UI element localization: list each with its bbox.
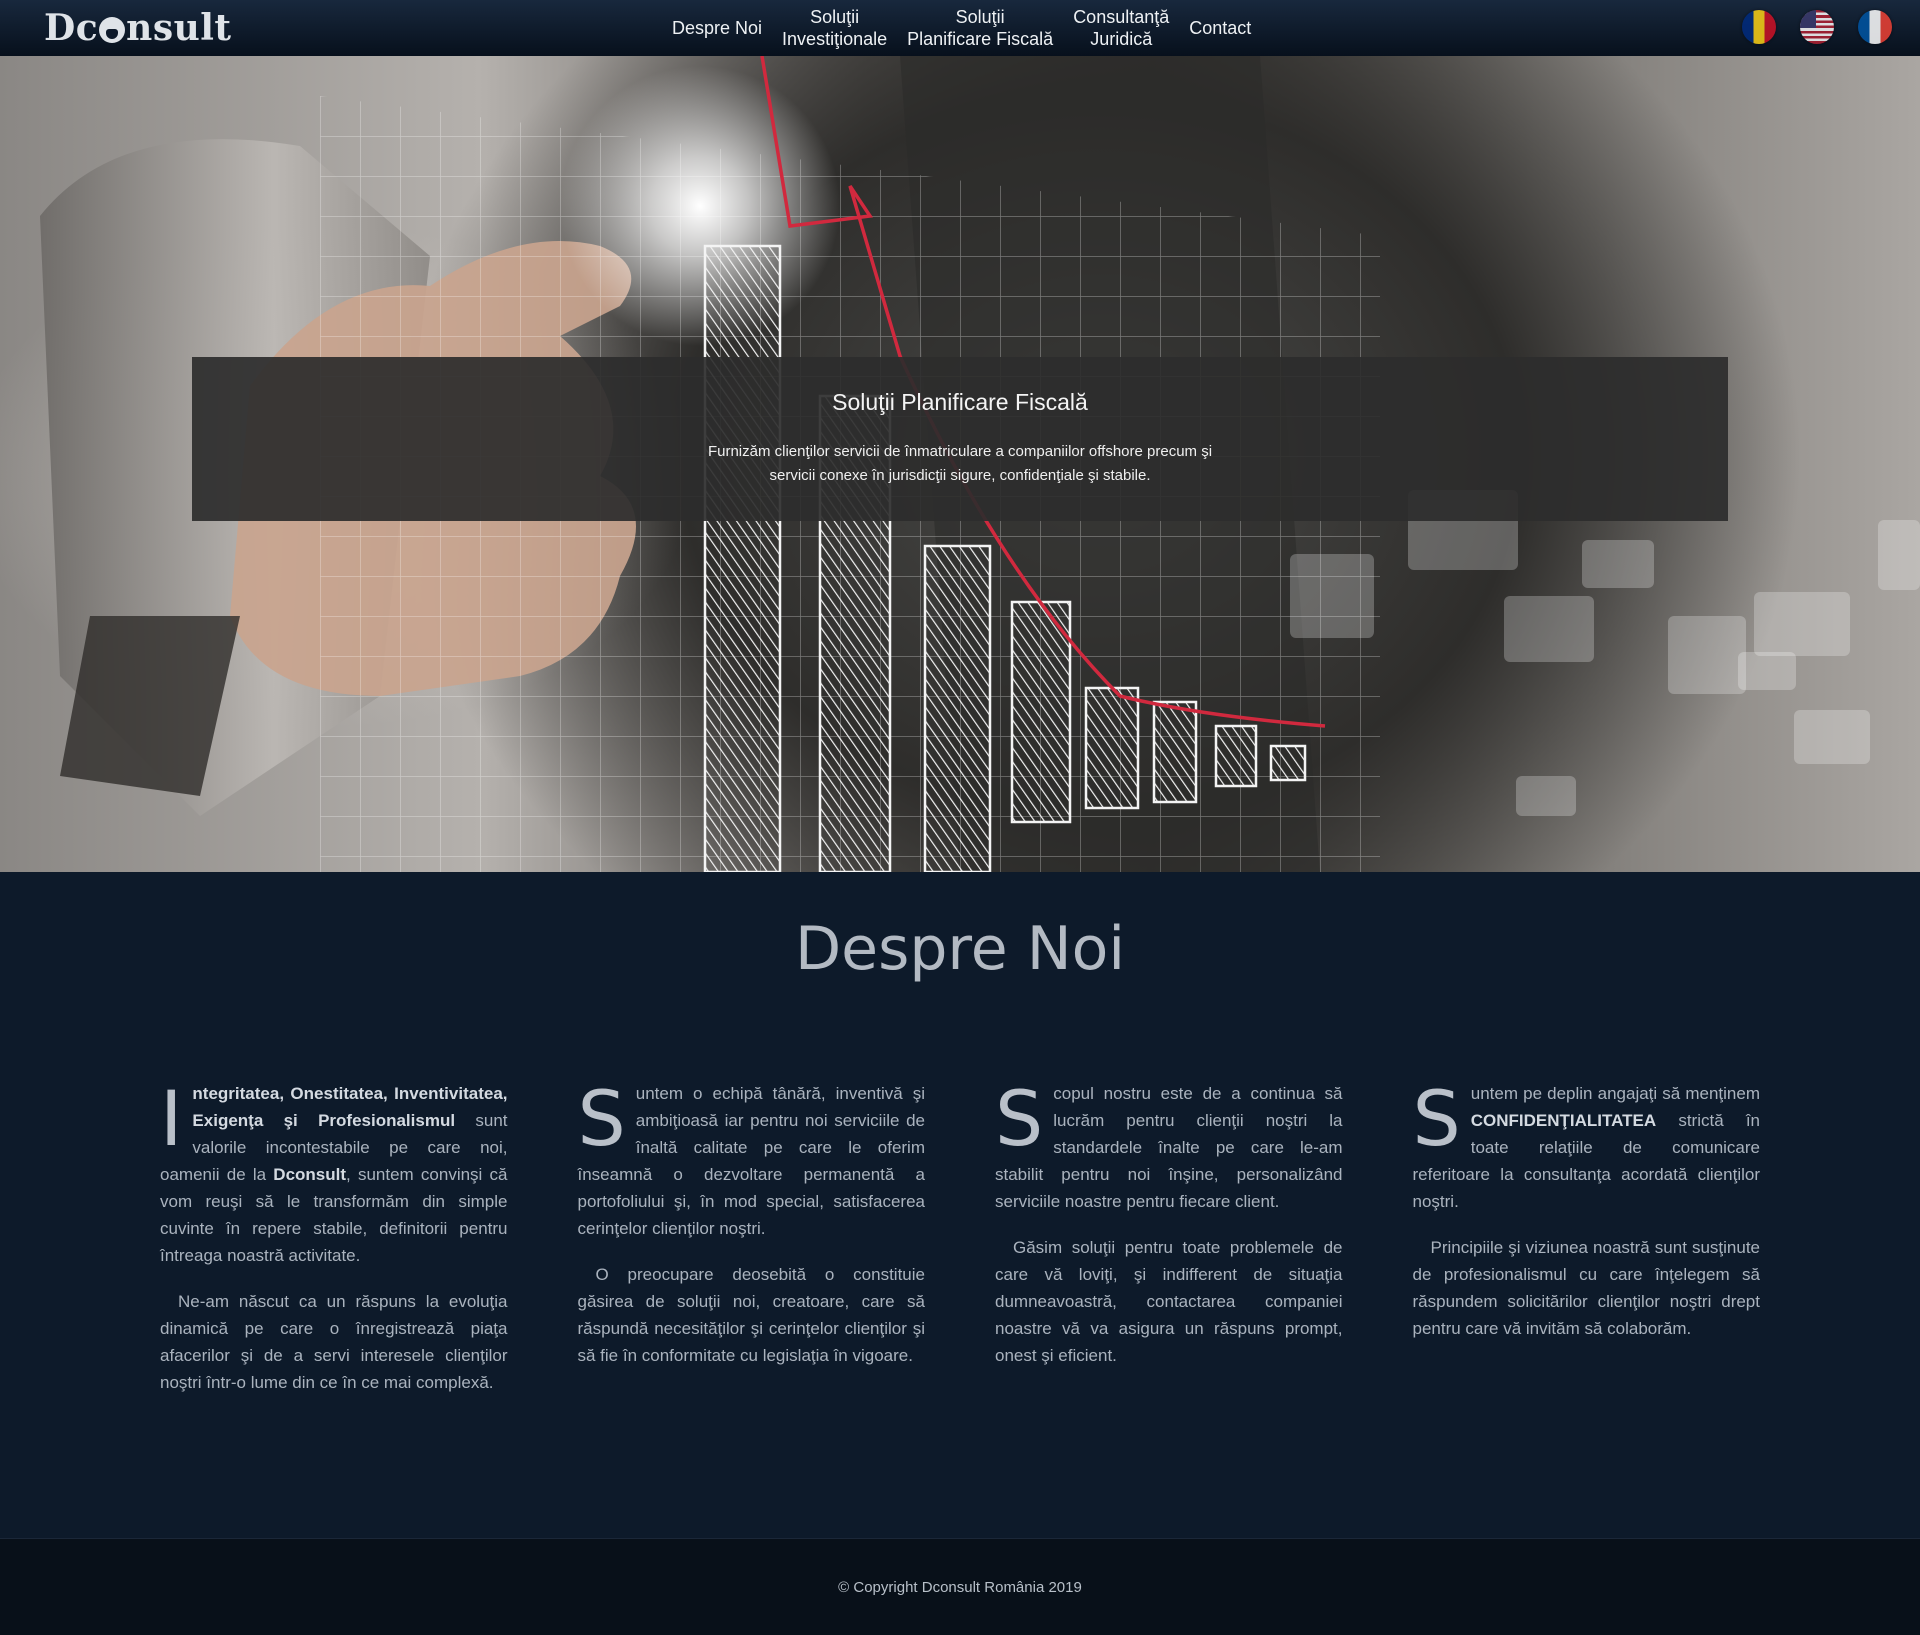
about-paragraph: Principiile şi viziunea noastră sunt sus… (1412, 1238, 1761, 1338)
confidentiality-keyword: CONFIDENŢIALITATEA (1470, 1111, 1657, 1130)
about-column-goal: Scopul nostru este de a continua să lucr… (995, 1080, 1343, 1415)
company-name: Dconsult (273, 1165, 347, 1184)
page-footer: © Copyright Dconsult România 2019 (0, 1538, 1920, 1635)
dropcap: S (1412, 1074, 1461, 1163)
hero-caption-box: Soluţii Planificare Fiscală Furnizăm cli… (192, 357, 1728, 521)
paragraph-text: copul nostru este de a continua să lucră… (995, 1084, 1343, 1211)
nav-contact[interactable]: Contact (1189, 17, 1251, 39)
nav-solutii-planificare-fiscala[interactable]: Soluţii Planificare Fiscală (907, 6, 1053, 50)
language-switcher (1742, 10, 1892, 44)
nav-label: Soluţii (810, 7, 860, 27)
about-section: Despre Noi Integritatea, Onestitatea, In… (0, 872, 1920, 1538)
hero-title: Soluţii Planificare Fiscală (832, 389, 1088, 415)
hero-description: Furnizăm clienţilor servicii de înmatric… (707, 443, 1213, 484)
nav-solutii-investitionale[interactable]: Soluţii Investiţionale (782, 6, 887, 50)
nav-label: Contact (1189, 18, 1252, 38)
hero-section: Soluţii Planificare Fiscală Furnizăm cli… (0, 56, 1920, 872)
about-paragraph: Suntem o echipă tânără, inventivă şi amb… (578, 1080, 926, 1242)
about-columns: Integritatea, Onestitatea, Inventivitate… (160, 1080, 1760, 1415)
nav-label-line2: Planificare Fiscală (907, 29, 1054, 49)
about-column-values: Integritatea, Onestitatea, Inventivitate… (160, 1080, 508, 1415)
about-paragraph: O preocupare deosebită o constituie găsi… (577, 1265, 926, 1365)
about-paragraph: Suntem pe deplin angajaţi să menţinem CO… (1413, 1080, 1761, 1215)
romania-flag-icon[interactable] (1742, 10, 1776, 44)
top-navbar: Dc nsult Despre Noi Soluţii Investiţional… (0, 0, 1920, 56)
nav-label: Consultanţă (1073, 7, 1170, 27)
logo-hand-icon (99, 17, 126, 43)
nav-despre-noi[interactable]: Despre Noi (672, 17, 762, 39)
dconsult-logo[interactable]: Dc nsult (44, 8, 232, 48)
logo-text-end: nsult (126, 7, 232, 49)
nav-label-line2: Investiţionale (782, 29, 888, 49)
about-paragraph: Scopul nostru este de a continua să lucr… (995, 1080, 1343, 1215)
usa-flag-icon[interactable] (1800, 10, 1834, 44)
about-paragraph: Ne-am născut ca un răspuns la evoluţia d… (160, 1292, 508, 1392)
about-column-team: Suntem o echipă tânără, inventivă şi amb… (578, 1080, 926, 1415)
dropcap: S (995, 1074, 1044, 1163)
about-column-confidentiality: Suntem pe deplin angajaţi să menţinem CO… (1413, 1080, 1761, 1415)
dropcap: S (577, 1074, 626, 1163)
paragraph-text: untem o echipă tânără, inventivă şi ambi… (577, 1084, 926, 1238)
about-paragraph: Găsim soluţii pentru toate problemele de… (995, 1238, 1343, 1365)
main-menu: Despre Noi Soluţii Investiţionale Soluţi… (672, 0, 1251, 56)
nav-label-line2: Juridică (1090, 29, 1153, 49)
logo-text-start: Dc (44, 7, 99, 49)
nav-consultanta-juridica[interactable]: Consultanţă Juridică (1073, 6, 1169, 50)
about-title: Despre Noi (794, 914, 1126, 984)
nav-label: Despre Noi (672, 18, 763, 38)
copyright-text: © Copyright Dconsult România 2019 (838, 1579, 1082, 1596)
france-flag-icon[interactable] (1858, 10, 1892, 44)
about-paragraph: Integritatea, Onestitatea, Inventivitate… (160, 1080, 508, 1269)
paragraph-text: untem pe deplin angajaţi să menţinem (1470, 1084, 1760, 1103)
dropcap: I (160, 1074, 183, 1163)
nav-label: Soluţii (955, 7, 1005, 27)
